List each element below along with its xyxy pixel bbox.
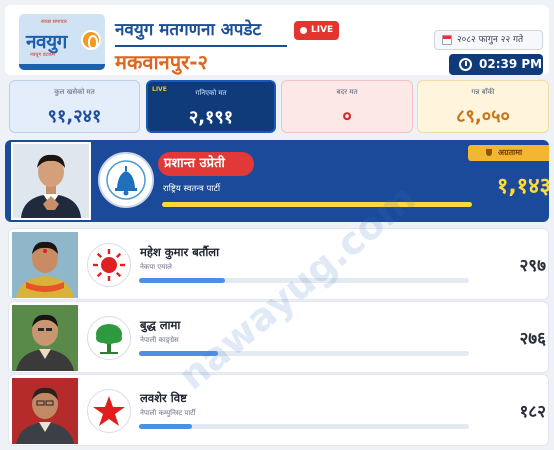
live-badge: LIVE [294, 21, 339, 40]
stat-counted-label: गनिएको मत [195, 89, 227, 97]
candidate-party: नेपाली काङ्ग्रेस [140, 336, 179, 344]
time-text: 02:39 PM [479, 57, 543, 71]
logo-emblem-icon [81, 30, 101, 50]
candidate-name: बुद्ध लामा [140, 318, 181, 332]
candidate-name: लवशेर विष्ट [140, 391, 187, 405]
trophy-icon [486, 149, 492, 156]
candidate-photo [12, 232, 78, 298]
tree-icon [87, 316, 131, 360]
leading-badge: अग्रतामा [468, 145, 549, 161]
star-icon [87, 389, 131, 433]
logo-subline: नवयुग डटकम [30, 52, 55, 58]
candidate-vote-bar [139, 278, 469, 283]
candidate-card[interactable]: लवशेर विष्ट नेपाली कम्युनिस्ट पार्टी १८२ [8, 374, 549, 446]
date-text: २०८२ फागुन २२ गते [457, 35, 524, 45]
sun-icon [87, 243, 131, 287]
candidate-photo [12, 378, 78, 444]
stat-total-value: ९१,२४१ [47, 106, 102, 127]
candidate-card[interactable]: महेश कुमार बर्तौला नेकपा एमाले २९७ [8, 228, 549, 300]
leading-candidate-card[interactable]: प्रशान्त उप्रेती राष्ट्रिय स्वतन्त्र पार… [5, 140, 549, 222]
candidate-vote-bar-fill [139, 278, 225, 283]
candidate-vote-bar [139, 351, 469, 356]
candidate-vote-bar-fill [139, 424, 192, 429]
page-title: नवयुग मतगणना अपडेट [115, 20, 262, 40]
leader-vote-bar-fill [162, 202, 472, 207]
leader-votes: १,१४३ [496, 174, 549, 199]
constituency-name: मकवानपुर-२ [115, 50, 208, 74]
title-underline [115, 45, 287, 47]
leader-photo [11, 142, 91, 220]
calendar-icon [442, 35, 452, 45]
leader-vote-bar [162, 202, 472, 207]
stat-invalid-votes: बदर मत ० [281, 80, 413, 133]
candidate-votes: १८२ [519, 402, 546, 422]
clock-icon [459, 58, 472, 71]
date-display: २०८२ फागुन २२ गते [434, 30, 543, 50]
candidate-card[interactable]: बुद्ध लामा नेपाली काङ्ग्रेस २७६ [8, 301, 549, 373]
stat-invalid-label: बदर मत [336, 88, 358, 96]
stat-total-votes: कुल खसेको मत ९१,२४१ [9, 80, 140, 133]
live-dot-icon [300, 27, 307, 34]
candidate-votes: २९७ [519, 256, 546, 276]
nawayug-logo[interactable]: स्वच्छ समाचार नवयुग नवयुग डटकम [19, 14, 105, 70]
bell-icon [98, 152, 154, 208]
time-display: 02:39 PM [449, 54, 543, 75]
leader-party: राष्ट्रिय स्वतन्त्र पार्टी [163, 184, 221, 194]
candidate-party: नेकपा एमाले [140, 263, 172, 271]
header: स्वच्छ समाचार नवयुग नवयुग डटकम नवयुग मतग… [5, 5, 549, 75]
stat-counted-value: २,१९१ [188, 107, 234, 128]
leading-label: अग्रतामा [498, 148, 523, 157]
stat-counted-votes: LIVE गनिएको मत २,१९१ [146, 80, 276, 133]
stat-remaining-value: ८९,०५० [456, 106, 510, 127]
leader-name: प्रशान्त उप्रेती [158, 152, 254, 176]
stat-remaining-label: गन्न बाँकी [471, 88, 495, 96]
candidate-photo [12, 305, 78, 371]
candidate-votes: २७६ [519, 329, 546, 349]
candidate-party: नेपाली कम्युनिस्ट पार्टी [140, 409, 196, 417]
candidate-vote-bar [139, 424, 469, 429]
logo-strip [19, 64, 105, 70]
stat-remaining-votes: गन्न बाँकी ८९,०५० [417, 80, 549, 133]
logo-tagline: स्वच्छ समाचार [41, 19, 67, 25]
stat-total-label: कुल खसेको मत [54, 88, 95, 96]
candidate-vote-bar-fill [139, 351, 219, 356]
live-label: LIVE [311, 25, 334, 35]
stat-invalid-value: ० [342, 106, 352, 127]
candidate-name: महेश कुमार बर्तौला [140, 245, 220, 259]
logo-word: नवयुग [26, 31, 67, 53]
